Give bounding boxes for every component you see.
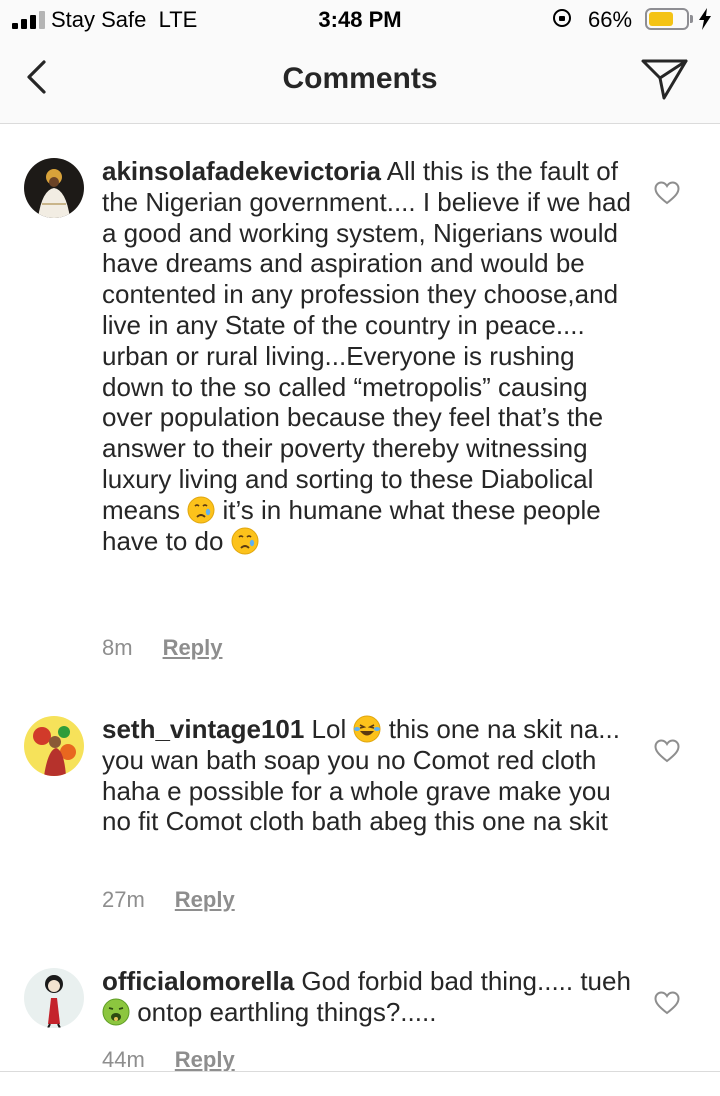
comment-meta: 44m Reply [102,1047,235,1073]
comment-content-continued: ontop earthling things?..... [130,996,437,1027]
status-bar: Stay Safe LTE 3:48 PM 66% [0,0,720,40]
comment-username[interactable]: seth_vintage101 [102,714,304,744]
crying-face-emoji [231,527,259,555]
comment-timestamp: 8m [102,635,133,660]
comment-text: officialomorella God forbid bad thing...… [102,966,642,1028]
battery-percent: 66% [588,7,633,32]
comment-text: seth_vintage101 Lol this one na skit na.… [102,714,642,837]
comment-timestamp: 27m [102,887,145,912]
reply-button[interactable]: Reply [163,635,223,660]
heart-outline-icon[interactable] [654,739,680,763]
heart-outline-icon[interactable] [654,991,680,1015]
comments-header: Comments [0,40,720,124]
avatar[interactable] [24,716,84,776]
comment-username[interactable]: officialomorella [102,966,294,996]
comment-content: All this is the fault of the Nigerian go… [102,156,631,525]
crying-face-emoji [187,496,215,524]
reply-button[interactable]: Reply [175,1047,235,1072]
reply-button[interactable]: Reply [175,887,235,912]
rotation-lock-icon [553,9,571,27]
comment-meta: 27m Reply [102,887,235,913]
page-title: Comments [282,62,438,95]
battery-level-fill [649,12,673,26]
heart-outline-icon[interactable] [654,181,680,205]
comment-content: God forbid bad thing..... tueh [294,966,631,996]
comment-meta: 8m Reply [102,635,222,661]
paper-plane-icon[interactable] [640,56,690,102]
comment-text: akinsolafadekevictoria All this is the f… [102,156,642,556]
avatar[interactable] [24,968,84,1028]
divider [0,1071,720,1072]
comment-timestamp: 44m [102,1047,145,1072]
comment-username[interactable]: akinsolafadekevictoria [102,156,381,186]
nauseated-face-emoji [102,998,130,1026]
battery-icon [645,8,689,30]
avatar[interactable] [24,158,84,218]
face-with-tears-of-joy-emoji [353,715,381,743]
charging-bolt-icon [699,8,711,30]
comment-content: Lol [304,714,354,744]
battery-cap [690,15,693,23]
